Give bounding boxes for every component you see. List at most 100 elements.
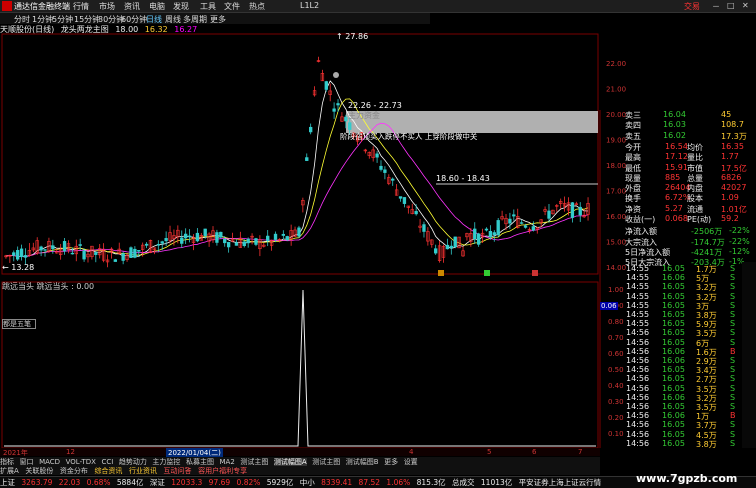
tick-time: 14:56 [626, 346, 650, 356]
sub-indicator-title: 跳远当头 跳远当头 : 0.00 [2, 282, 95, 291]
tab-private-main[interactable]: 私募主图 [186, 458, 214, 466]
ask-row: 卖五 16.02 17.3万 [601, 131, 756, 141]
tick-row: 14:55 16.05 3.2万 S [626, 292, 741, 302]
tab-test-main-2[interactable]: 测试主图 [312, 458, 340, 466]
candle-body [344, 116, 348, 122]
tick-time: 14:56 [626, 356, 650, 365]
candle-body [547, 210, 551, 219]
stat-label: PE(动) [687, 215, 712, 224]
tab-news[interactable]: 综合资讯 [94, 467, 122, 475]
tab-macd[interactable]: MACD [39, 458, 60, 466]
candle-body [578, 206, 582, 216]
candle-body [488, 230, 493, 238]
index-chg-sh: 22.03 [58, 478, 81, 487]
tab-more[interactable]: 更多 [384, 458, 398, 466]
candle-body [246, 238, 250, 244]
candle-body [434, 248, 438, 254]
candle-body [223, 238, 227, 244]
tab-ma2[interactable]: MA2 [220, 458, 235, 466]
index-pct-sz: 0.82% [236, 478, 261, 487]
stat-label: 收益(一) [625, 215, 656, 224]
tick-price: 16.05 [662, 383, 685, 393]
candle-body [23, 255, 28, 258]
ask-price: 16.02 [663, 130, 686, 140]
tick-price: 16.05 [662, 365, 685, 375]
tick-price: 16.06 [662, 392, 685, 402]
stat-value: 59.2 [721, 214, 739, 223]
high-marker [333, 72, 339, 78]
tick-time: 14:56 [626, 365, 650, 375]
tick-row: 14:55 16.05 3万 S [626, 300, 741, 311]
candle-body [195, 232, 200, 242]
tab-qa[interactable]: 互动问答 [164, 467, 192, 475]
index-amt-zx: 815.3亿 [416, 478, 446, 487]
tick-side: S [730, 374, 736, 384]
price-tick-label: 21.00 [606, 85, 626, 93]
x-label: 12 [66, 448, 75, 456]
tab-test-sub-b[interactable]: 测试幅图B [346, 458, 379, 466]
tab-industry-news[interactable]: 行业资讯 [129, 467, 157, 475]
candle-body [512, 214, 516, 217]
tab-cci[interactable]: CCI [101, 458, 113, 466]
tab-user-welfare[interactable]: 容用户福利专享 [198, 467, 247, 475]
ask-row: 卖三 16.04 45 [601, 110, 756, 120]
wubi-button[interactable]: 都是五笔 [2, 319, 36, 329]
index-amt-sh: 5884亿 [116, 478, 144, 487]
tick-row: 14:56 16.06 3.2万 S [626, 392, 741, 403]
tick-side: S [730, 319, 736, 329]
candle-body [113, 259, 118, 262]
band1-range-label: 22.26 - 22.73 [348, 101, 402, 110]
tick-price: 16.05 [662, 402, 685, 411]
index-chg-sz: 97.69 [208, 478, 231, 487]
candle-body [336, 103, 340, 106]
ask-volume: 17.3万 [721, 131, 747, 141]
tick-time: 14:55 [626, 264, 650, 273]
ask-label: 卖五 [625, 131, 641, 141]
tick-scrollbar[interactable] [742, 262, 756, 448]
tick-side: S [730, 365, 736, 375]
index-amt-sz: 5929亿 [266, 478, 294, 487]
signal-marker [484, 270, 490, 276]
tab-vol[interactable]: VOL-TDX [66, 458, 96, 466]
tab-related[interactable]: 关联股份 [25, 467, 53, 475]
tab-test-sub-a[interactable]: 测试幅图A [273, 458, 307, 466]
info-tabs: 扩展A 关联股份 资金分布 综合资讯 行业资讯 互动问答 容用户福利专享 [0, 466, 600, 475]
tab-test-main[interactable]: 测试主图 [240, 458, 268, 466]
signal-marker [532, 270, 538, 276]
candle-body [285, 236, 289, 241]
signal-note: 阶段宿顶买入跌停不买人 上穿阶段做中关 [340, 132, 478, 141]
tab-settings[interactable]: 设置 [404, 458, 418, 466]
indicator-tabs: 指标 窗口 MACD VOL-TDX CCI 趋势动力 主力监控 私募主图 MA… [0, 457, 600, 466]
tick-side: S [730, 273, 736, 283]
tab-trend[interactable]: 趋势动力 [119, 458, 147, 466]
candle-body [508, 218, 512, 224]
candle-body [254, 238, 258, 245]
candle-body [121, 253, 125, 261]
candle-body [129, 247, 133, 258]
candle-body [133, 248, 137, 258]
candle-body [309, 126, 313, 133]
tick-price: 16.05 [662, 264, 685, 273]
index-value-sz: 12033.3 [171, 478, 203, 487]
candle-body [383, 169, 387, 173]
tab-main-monitor[interactable]: 主力监控 [152, 458, 180, 466]
stat-value: 6826 [721, 172, 742, 182]
tab-fund-dist[interactable]: 资金分布 [60, 467, 88, 475]
tick-side: S [730, 300, 736, 310]
candle-body [484, 228, 489, 231]
tick-price: 16.05 [662, 310, 685, 319]
tab-extend[interactable]: 扩展A [0, 467, 19, 475]
tab-window[interactable]: 窗口 [20, 458, 34, 466]
tick-price: 16.05 [662, 420, 685, 430]
candle-body [94, 252, 98, 255]
tick-time: 14:56 [626, 392, 650, 402]
flow-row: 净流入额 -2506万 -22% [601, 226, 756, 236]
tick-price: 16.05 [662, 429, 685, 439]
candle-body [398, 196, 403, 199]
tick-price: 16.05 [662, 337, 685, 347]
candle-body [496, 220, 500, 236]
tick-side: S [730, 310, 736, 319]
tick-side: S [730, 438, 736, 448]
resistance-band [346, 111, 598, 133]
tab-indicator[interactable]: 指标 [0, 458, 14, 466]
